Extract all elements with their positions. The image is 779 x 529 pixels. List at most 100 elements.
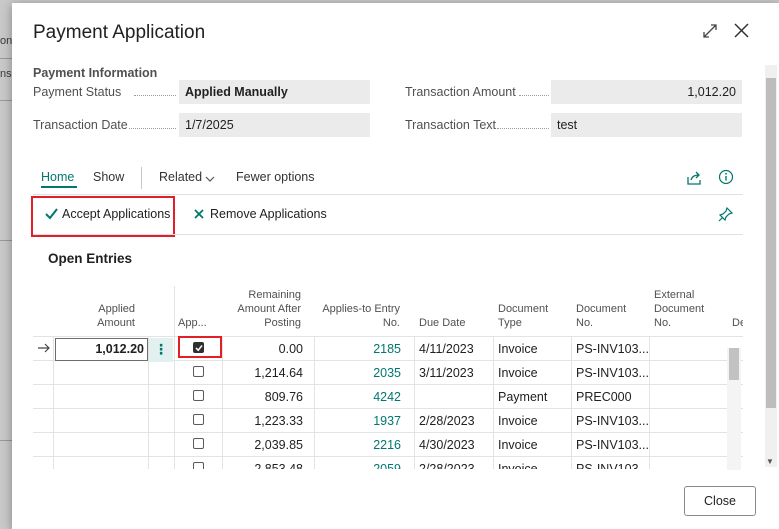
kebab-icon[interactable]: ⋮ [149,338,173,362]
grid-column-divider [493,336,494,469]
header-line: Type [498,317,522,329]
header-line: Applies-to Entry [322,303,400,315]
header-line: External [654,289,695,301]
header-line: Applied [98,303,135,315]
document-type: Invoice [498,342,538,356]
header-line: Document [576,303,627,315]
info-icon[interactable] [718,169,734,185]
applied-checkbox[interactable] [193,342,204,353]
document-type: Invoice [498,366,538,380]
due-date: 4/30/2023 [419,438,475,452]
transaction-amount-label: Transaction Amount [405,85,516,99]
grid-column-divider [414,336,415,469]
header-line: Due Date [419,317,466,329]
tab-show[interactable]: Show [93,170,124,184]
applies-to-entry-link[interactable]: 2185 [323,337,401,361]
applied-checkbox[interactable] [193,390,204,401]
column-header-document-type[interactable]: Document Type [498,286,568,336]
scroll-down-icon[interactable]: ▼ [766,457,774,466]
document-no: PS-INV103... [576,366,648,380]
document-type: Payment [498,390,548,404]
pin-icon[interactable] [718,206,734,222]
header-line: Document [654,303,705,315]
remaining-amount: 1,223.33 [254,414,303,428]
tab-home[interactable]: Home [41,170,74,184]
checkmark-icon [45,208,58,220]
remove-applications-button[interactable]: Remove Applications [210,207,327,221]
remaining-amount: 0.00 [278,342,303,356]
header-line: No. [382,317,400,329]
document-type: Invoice [498,438,538,452]
header-line: Document [498,303,549,315]
tab-separator [141,167,142,189]
chevron-down-icon [205,176,215,182]
document-type: Invoice [498,414,538,428]
background-text: on [0,35,13,47]
open-entries-grid: Applied Amount App... Remaining Amount Aft… [33,286,743,469]
column-header-applied[interactable]: App... [178,286,218,336]
dialog-scrollbar-thumb[interactable] [766,78,776,408]
payment-application-dialog: Payment Application Payment Information … [12,3,779,529]
dialog-title: Payment Application [33,22,206,43]
field-leader-dots [497,128,549,129]
due-date: 3/11/2023 [419,366,474,380]
remaining-amount: 809.76 [264,390,303,404]
header-line: De [732,317,743,329]
due-date [419,385,489,409]
document-type: Invoice [498,462,538,469]
transaction-text-label: Transaction Text [405,118,497,132]
header-line: Amount After [237,303,301,315]
column-header-external-document-no[interactable]: External Document No. [654,286,724,336]
remaining-amount: 2,039.85 [254,438,303,452]
header-line: No. [654,317,672,329]
document-no: PS-INV103... [576,438,648,452]
transaction-date-value: 1/7/2025 [179,113,370,137]
close-icon[interactable] [733,22,750,39]
grid-column-divider [222,336,223,469]
tab-fewer-options[interactable]: Fewer options [236,170,315,184]
transaction-amount-value: 1,012.20 [551,80,742,104]
grid-column-divider [314,336,315,469]
remaining-amount: 2,853.48 [254,462,303,469]
document-no: PS-INV103... [576,414,648,428]
applied-checkbox[interactable] [193,366,204,377]
share-icon[interactable] [686,170,702,186]
grid-column-divider [649,336,650,469]
grid-scrollbar-thumb[interactable] [729,348,739,380]
applies-to-entry-link[interactable]: 2216 [323,433,401,457]
header-line: Amount [97,317,135,329]
expand-icon[interactable] [702,23,718,39]
column-header-applies-to-entry[interactable]: Applies-to Entry No. [318,286,400,336]
applies-to-entry-link[interactable]: 1937 [323,409,401,433]
applies-to-entry-link[interactable]: 2035 [323,361,401,385]
header-line: No. [576,317,594,329]
section-title-payment-information: Payment Information [33,66,158,80]
document-no: PS-INV103... [576,462,648,469]
applies-to-entry-link[interactable]: 4242 [323,385,401,409]
applied-checkbox[interactable] [193,462,204,469]
column-header-remaining-amount[interactable]: Remaining Amount After Posting [225,286,301,336]
due-date: 4/11/2023 [419,342,474,356]
applied-amount-input[interactable]: 1,012.20 [55,338,148,361]
applies-to-entry-link[interactable]: 2059 [323,457,401,469]
header-line: App... [178,317,207,329]
due-date: 2/28/2023 [419,414,475,428]
column-header-extra[interactable]: De [732,286,743,336]
remaining-amount: 1,214.64 [254,366,303,380]
column-header-document-no[interactable]: Document No. [576,286,646,336]
grid-column-divider [174,286,175,469]
field-leader-dots [129,128,176,129]
applied-checkbox[interactable] [193,414,204,425]
field-leader-dots [519,95,549,96]
column-header-due-date[interactable]: Due Date [419,286,489,336]
divider [33,234,743,235]
applied-checkbox[interactable] [193,438,204,449]
accept-applications-button[interactable]: Accept Applications [62,207,170,221]
close-button[interactable]: Close [684,486,756,516]
header-line: Posting [264,317,301,329]
tab-related[interactable]: Related [159,170,202,184]
due-date: 2/28/2023 [419,462,475,469]
tab-home-underline [41,186,77,188]
column-header-applied-amount[interactable]: Applied Amount [55,286,135,336]
open-entries-title: Open Entries [48,251,133,266]
